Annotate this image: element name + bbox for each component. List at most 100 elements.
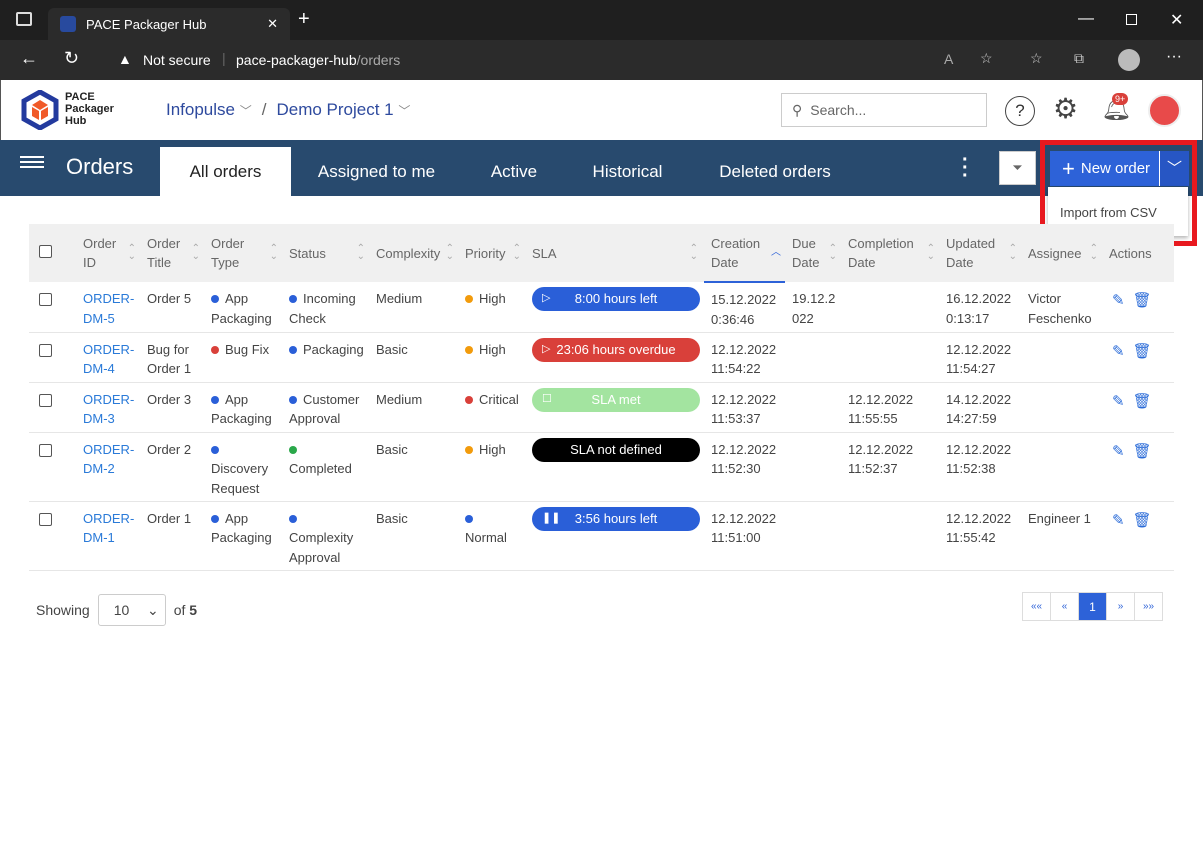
tab-actions-icon[interactable] bbox=[16, 12, 32, 26]
refresh-icon[interactable]: ↻ bbox=[64, 48, 79, 69]
tab-historical[interactable]: Historical bbox=[575, 147, 680, 196]
sort-icon[interactable]: ⌃ ⌄ bbox=[927, 244, 935, 262]
order-id-link[interactable]: ORDER- DM-5 bbox=[83, 289, 140, 328]
row-checkbox[interactable] bbox=[39, 393, 52, 407]
page-button[interactable]: « bbox=[1050, 592, 1079, 621]
search-input[interactable]: ⚲ Search... bbox=[781, 93, 987, 127]
column-header[interactable]: Complexity ⌃ ⌄ bbox=[369, 224, 458, 282]
url-input[interactable]: pace-packager-hub/orders bbox=[236, 52, 400, 68]
sort-icon[interactable]: ⌃ ⌄ bbox=[357, 244, 365, 262]
security-label[interactable]: Not secure bbox=[143, 52, 211, 68]
order-id-link[interactable]: ORDER- DM-3 bbox=[83, 390, 140, 429]
hamburger-menu-icon[interactable] bbox=[20, 156, 44, 168]
close-window-icon[interactable]: ✕ bbox=[1170, 10, 1183, 30]
sort-icon[interactable]: ⌃ ⌄ bbox=[1009, 244, 1017, 262]
order-id-link[interactable]: ORDER- DM-4 bbox=[83, 340, 140, 379]
new-tab-icon[interactable]: + bbox=[298, 8, 310, 31]
column-header[interactable]: Order Title ⌃ ⌄ bbox=[140, 224, 204, 282]
cell-line: ORDER- bbox=[83, 291, 135, 306]
breadcrumb-org[interactable]: Infopulse ﹀ bbox=[166, 100, 252, 120]
column-header[interactable]: Order ID ⌃ ⌄ bbox=[76, 224, 140, 282]
column-header[interactable]: Status ⌃ ⌄ bbox=[282, 224, 369, 282]
favorites-icon[interactable]: ☆ bbox=[1030, 50, 1043, 67]
column-header[interactable]: Priority ⌃ ⌄ bbox=[458, 224, 525, 282]
row-checkbox[interactable] bbox=[39, 293, 52, 306]
sort-ascending-icon[interactable]: ︿ bbox=[771, 248, 781, 258]
page-button[interactable]: «« bbox=[1022, 592, 1051, 621]
column-header[interactable]: Order Type ⌃ ⌄ bbox=[204, 224, 282, 282]
complexity: Basic bbox=[369, 501, 458, 571]
sort-icon[interactable]: ⌃ ⌄ bbox=[513, 244, 521, 262]
avatar[interactable] bbox=[1148, 94, 1181, 127]
delete-icon[interactable]: 🗑︎ bbox=[1133, 343, 1152, 360]
order-id-link[interactable]: ORDER- DM-2 bbox=[83, 440, 140, 479]
row-checkbox[interactable] bbox=[39, 512, 52, 526]
cell-line: DM-4 bbox=[83, 361, 115, 376]
table-row[interactable]: ORDER- DM-5 Order 5 App Packaging Incoming… bbox=[29, 282, 1174, 333]
favorite-add-icon[interactable]: ☆ bbox=[980, 50, 993, 67]
sort-icon[interactable]: ⌃ ⌄ bbox=[270, 244, 278, 262]
sort-icon[interactable]: ⌃ ⌄ bbox=[690, 244, 698, 262]
edit-icon[interactable]: ✎ bbox=[1112, 343, 1125, 360]
status-dot bbox=[289, 345, 297, 354]
read-aloud-icon[interactable]: A bbox=[944, 51, 953, 67]
browser-tab[interactable]: PACE Packager Hub ✕ bbox=[48, 8, 290, 40]
tab-deleted-orders[interactable]: Deleted orders bbox=[700, 147, 850, 196]
sla-text: SLA met bbox=[591, 391, 641, 407]
table-row[interactable]: ORDER- DM-4 Bug for Order 1 Bug Fix Packag… bbox=[29, 332, 1174, 383]
column-header[interactable]: Updated Date ⌃ ⌄ bbox=[939, 224, 1021, 282]
sla-text: SLA not defined bbox=[570, 441, 662, 457]
edit-icon[interactable]: ✎ bbox=[1112, 393, 1125, 410]
back-icon[interactable]: ← bbox=[20, 48, 38, 69]
maximize-icon[interactable] bbox=[1126, 14, 1137, 25]
more-options-icon[interactable]: · · · bbox=[962, 150, 969, 186]
column-header[interactable]: Creation Date ︿ bbox=[704, 224, 785, 283]
close-tab-icon[interactable]: ✕ bbox=[267, 16, 278, 32]
column-header[interactable]: SLA ⌃ ⌄ bbox=[525, 224, 704, 282]
page-size-select[interactable]: 10 ⌄ bbox=[97, 594, 166, 626]
select-all-checkbox[interactable] bbox=[39, 244, 52, 258]
cell-line: Order 3 bbox=[147, 391, 192, 407]
delete-icon[interactable]: 🗑︎ bbox=[1133, 512, 1152, 529]
delete-icon[interactable]: 🗑︎ bbox=[1133, 292, 1152, 309]
row-checkbox[interactable] bbox=[39, 443, 52, 457]
sort-icon[interactable]: ⌃ ⌄ bbox=[192, 244, 200, 262]
collections-icon[interactable]: ⧉ bbox=[1074, 50, 1084, 67]
edit-icon[interactable]: ✎ bbox=[1112, 512, 1125, 529]
column-header[interactable]: Completion Date ⌃ ⌄ bbox=[841, 224, 939, 282]
help-icon[interactable]: ? bbox=[1005, 96, 1035, 126]
cell-text: Discovery bbox=[211, 461, 269, 476]
tab-active[interactable]: Active bbox=[470, 147, 558, 196]
delete-icon[interactable]: 🗑︎ bbox=[1133, 443, 1152, 460]
table-row[interactable]: ORDER- DM-1 Order 1 App Packaging Complexi… bbox=[29, 501, 1174, 571]
profile-icon[interactable] bbox=[1118, 49, 1140, 71]
edit-icon[interactable]: ✎ bbox=[1112, 443, 1125, 460]
page-button[interactable]: 1 bbox=[1078, 592, 1107, 621]
sort-icon[interactable]: ⌃ ⌄ bbox=[1090, 244, 1098, 262]
sort-icon[interactable]: ⌃ ⌄ bbox=[446, 244, 454, 262]
import-csv-item[interactable]: Import from CSV bbox=[1060, 205, 1157, 220]
sort-icon[interactable]: ⌃ ⌄ bbox=[829, 244, 837, 262]
table-row[interactable]: ORDER- DM-3 Order 3 App Packaging Customer… bbox=[29, 382, 1174, 433]
column-header[interactable]: Due Date ⌃ ⌄ bbox=[785, 224, 841, 282]
delete-icon[interactable]: 🗑︎ bbox=[1133, 393, 1152, 410]
column-header[interactable]: Actions bbox=[1102, 224, 1174, 282]
edit-icon[interactable]: ✎ bbox=[1112, 292, 1125, 309]
filter-icon[interactable]: ⏷ bbox=[999, 151, 1036, 185]
more-icon[interactable]: ··· bbox=[1166, 48, 1182, 66]
page-button[interactable]: » bbox=[1106, 592, 1135, 621]
gear-icon[interactable]: ⚙ bbox=[1053, 92, 1078, 125]
sort-icon[interactable]: ⌃ ⌄ bbox=[128, 244, 136, 262]
page-button[interactable]: »» bbox=[1134, 592, 1163, 621]
column-header[interactable]: Assignee ⌃ ⌄ bbox=[1021, 224, 1102, 282]
row-checkbox[interactable] bbox=[39, 343, 52, 357]
order-id-link[interactable]: ORDER- DM-1 bbox=[83, 509, 140, 548]
cell-line bbox=[289, 509, 369, 529]
minimize-icon[interactable]: — bbox=[1078, 10, 1094, 28]
cell-line: ORDER- bbox=[83, 341, 135, 357]
tab-all-orders[interactable]: All orders bbox=[160, 147, 291, 196]
breadcrumb-project[interactable]: Demo Project 1 ﹀ bbox=[276, 100, 410, 120]
table-row[interactable]: ORDER- DM-2 Order 2 Discovery Request Comp… bbox=[29, 432, 1174, 502]
tab-assigned-to-me[interactable]: Assigned to me bbox=[300, 147, 453, 196]
select-all-cell bbox=[29, 224, 76, 282]
